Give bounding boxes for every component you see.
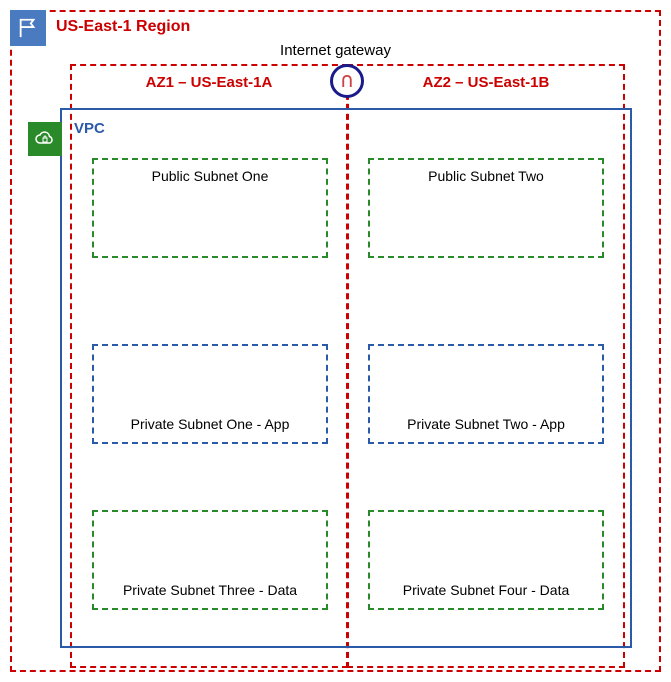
cloud-lock-icon <box>28 122 62 156</box>
internet-gateway-label: Internet gateway <box>280 42 391 59</box>
private-subnet-three-data: Private Subnet Three - Data <box>92 510 328 610</box>
public-subnet-one: Public Subnet One <box>92 158 328 258</box>
region-boundary: US-East-1 Region Internet gateway AZ1 – … <box>10 10 661 672</box>
vpc-title: VPC <box>74 120 105 137</box>
vpc-boundary: VPC Public Subnet One Public Subnet Two … <box>60 108 632 648</box>
region-title: US-East-1 Region <box>56 18 190 36</box>
private-subnet-one-app: Private Subnet One - App <box>92 344 328 444</box>
flag-icon <box>10 10 46 46</box>
private-subnet-two-app: Private Subnet Two - App <box>368 344 604 444</box>
az2-title: AZ2 – US-East-1B <box>349 74 623 91</box>
public-subnet-two: Public Subnet Two <box>368 158 604 258</box>
internet-gateway-icon <box>330 64 364 98</box>
az1-title: AZ1 – US-East-1A <box>72 74 346 91</box>
private-subnet-four-data: Private Subnet Four - Data <box>368 510 604 610</box>
